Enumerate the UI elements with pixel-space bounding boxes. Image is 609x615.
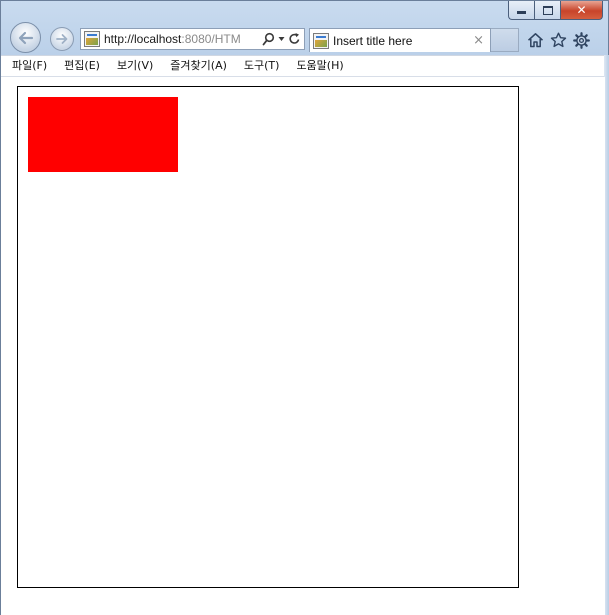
new-tab-button[interactable] — [491, 28, 519, 52]
window-caption-buttons: ✕ — [508, 1, 603, 20]
menu-help[interactable]: 도움말(H) — [296, 55, 343, 77]
address-tools — [262, 32, 304, 46]
background-tab-ghost — [319, 5, 494, 23]
browser-tools — [525, 29, 591, 51]
minimize-icon — [517, 11, 526, 14]
tab-close-icon[interactable]: × — [473, 34, 484, 47]
home-icon — [527, 33, 543, 48]
menu-bar: 파일(F) 편집(E) 보기(V) 즐겨찾기(A) 도구(T) 도움말(H) — [1, 55, 608, 77]
search-icon[interactable] — [262, 32, 275, 46]
address-url[interactable]: http://localhost:8080/HTM — [104, 32, 254, 46]
tools-button[interactable] — [571, 30, 591, 50]
red-rectangle — [28, 97, 178, 172]
tab-insert-title[interactable]: Insert title here × — [309, 28, 491, 52]
menu-file[interactable]: 파일(F) — [12, 55, 47, 77]
maximize-icon — [542, 5, 553, 15]
maximize-button[interactable] — [534, 1, 560, 20]
forward-button[interactable] — [50, 27, 74, 51]
address-url-rest: :8080/HTM — [181, 32, 241, 46]
menu-tools[interactable]: 도구(T) — [244, 55, 280, 77]
page-content — [1, 77, 605, 615]
favorites-button[interactable] — [548, 30, 568, 50]
star-icon — [550, 32, 566, 48]
chevron-down-icon[interactable] — [278, 36, 285, 42]
address-bar[interactable]: http://localhost:8080/HTM — [80, 28, 305, 50]
refresh-icon[interactable] — [288, 32, 301, 46]
close-button[interactable]: ✕ — [560, 1, 603, 20]
menu-view[interactable]: 보기(V) — [117, 55, 153, 77]
browser-window: ✕ http://localhost:8080/HTM Insert title… — [0, 0, 609, 615]
back-arrow-icon — [18, 31, 33, 44]
back-button[interactable] — [10, 22, 41, 53]
menu-favorites[interactable]: 즐겨찾기(A) — [170, 55, 227, 77]
minimize-button[interactable] — [508, 1, 534, 20]
close-icon: ✕ — [576, 3, 587, 17]
tab-favicon-icon — [313, 32, 329, 49]
menu-edit[interactable]: 편집(E) — [64, 55, 100, 77]
tab-title: Insert title here — [333, 33, 413, 48]
home-button[interactable] — [525, 30, 545, 50]
canvas-box — [17, 86, 519, 588]
gear-icon — [572, 31, 590, 49]
address-url-host: http://localhost — [104, 32, 182, 46]
page-favicon-icon — [84, 31, 100, 47]
forward-arrow-icon — [56, 34, 68, 44]
